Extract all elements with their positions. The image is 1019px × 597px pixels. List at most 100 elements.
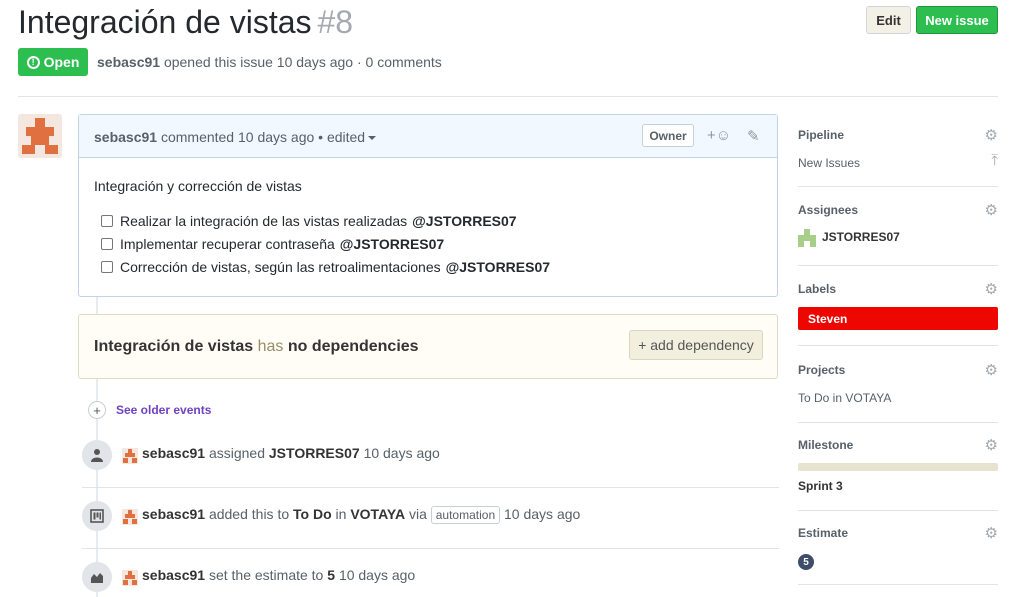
milestone-progress-bar (798, 463, 998, 471)
event-target: 5 (327, 567, 336, 583)
pencil-icon[interactable]: ✎ (747, 127, 760, 145)
owner-badge: Owner (642, 124, 694, 147)
task-text: Implementar recuperar contraseña (120, 235, 335, 252)
status-label: Open (43, 54, 80, 70)
comment-body: Integración y corrección de vistas Reali… (79, 158, 777, 298)
gear-icon[interactable]: ⚙ (985, 361, 998, 379)
status-badge: ! Open (18, 48, 88, 76)
dependencies-none: no dependencies (287, 338, 419, 355)
event-project[interactable]: VOTAYA (350, 506, 405, 522)
event-time[interactable]: 10 days ago (339, 567, 415, 583)
edit-button[interactable]: Edit (866, 6, 911, 34)
see-older-events-link[interactable]: See older events (116, 403, 211, 417)
add-dependency-button[interactable]: + add dependency (629, 330, 763, 360)
gear-icon[interactable]: ⚙ (985, 201, 998, 219)
assignee-avatar[interactable] (798, 229, 816, 247)
project-icon (82, 501, 112, 531)
sidebar-labels-title: Labels (798, 282, 837, 296)
comment-author-line: sebasc91 commented 10 days ago • edited (94, 129, 377, 145)
sidebar-pipeline: Pipeline ⚙ New Issues ⤒ (798, 126, 998, 187)
event-time[interactable]: 10 days ago (364, 445, 440, 461)
sidebar-estimate-title: Estimate (798, 526, 849, 540)
comment-action[interactable]: commented 10 days ago • edited (161, 129, 365, 145)
task-checkbox[interactable] (101, 260, 113, 273)
sidebar-divider (798, 510, 998, 511)
header-divider (18, 96, 998, 97)
task-checkbox[interactable] (101, 214, 113, 227)
add-reaction-icon[interactable]: +☺ (707, 127, 731, 144)
actor-avatar[interactable] (122, 448, 138, 464)
chevron-down-icon[interactable] (368, 136, 377, 141)
gear-icon[interactable]: ⚙ (985, 280, 998, 298)
task-text: Corrección de vistas, según las retroali… (120, 258, 441, 275)
see-older-events[interactable]: + See older events (88, 400, 211, 420)
task-item: Corrección de vistas, según las retroali… (94, 255, 762, 278)
sidebar-divider (798, 584, 998, 585)
person-icon (82, 440, 112, 470)
assignee-row[interactable]: JSTORRES07 (798, 229, 998, 247)
event-in: in (335, 506, 347, 522)
timeline-event: sebasc91 added this to To Do in VOTAYA v… (82, 501, 779, 562)
sidebar-milestone: Milestone ⚙ Sprint 3 (798, 436, 998, 511)
issue-meta-text: opened this issue 10 days ago · 0 commen… (163, 54, 442, 70)
comment-header: sebasc91 commented 10 days ago • edited … (79, 115, 777, 158)
gear-icon[interactable]: ⚙ (985, 436, 998, 454)
sidebar-divider (798, 265, 998, 266)
new-issue-button[interactable]: New issue (916, 6, 998, 34)
event-actor[interactable]: sebasc91 (142, 506, 205, 522)
sidebar-estimate: Estimate ⚙ 5 (798, 524, 998, 585)
dependencies-text: Integración de vistas has no dependencie… (94, 338, 419, 356)
sidebar-projects: Projects ⚙ To Do in VOTAYA (798, 361, 998, 423)
comment-text: Integración y corrección de vistas (94, 178, 302, 194)
issue-meta: sebasc91 opened this issue 10 days ago ·… (97, 54, 442, 70)
assignee-name[interactable]: JSTORRES07 (822, 230, 900, 244)
dependencies-panel: Integración de vistas has no dependencie… (78, 314, 778, 379)
event-divider (82, 487, 779, 488)
event-verb: assigned (208, 445, 265, 461)
comment-author[interactable]: sebasc91 (94, 129, 157, 145)
estimate-icon (82, 562, 112, 592)
author-link[interactable]: sebasc91 (97, 54, 160, 70)
issue-title: Integración de vistas #8 (18, 4, 353, 41)
event-time[interactable]: 10 days ago (504, 506, 580, 522)
timeline-event: sebasc91 set the estimate to 5 10 days a… (82, 562, 779, 597)
sidebar-assignees: Assignees ⚙ JSTORRES07 (798, 201, 998, 266)
actor-avatar[interactable] (122, 509, 138, 525)
sidebar-divider (798, 186, 998, 187)
mention-link[interactable]: @JSTORRES07 (412, 213, 516, 229)
event-text: sebasc91 assigned JSTORRES07 10 days ago (142, 445, 440, 461)
event-actor[interactable]: sebasc91 (142, 445, 205, 461)
sidebar-divider (798, 345, 998, 346)
issue-title-text: Integración de vistas (18, 4, 312, 40)
issue-number: #8 (317, 4, 354, 40)
event-text: sebasc91 set the estimate to 5 10 days a… (142, 567, 415, 583)
avatar[interactable] (18, 114, 62, 158)
label-badge[interactable]: Steven (798, 307, 998, 330)
event-text: sebasc91 added this to To Do in VOTAYA v… (142, 506, 580, 524)
milestone-value[interactable]: Sprint 3 (798, 479, 998, 493)
event-target[interactable]: To Do (293, 506, 332, 522)
gear-icon[interactable]: ⚙ (985, 126, 998, 144)
task-checkbox[interactable] (101, 237, 113, 250)
event-target[interactable]: JSTORRES07 (269, 445, 360, 461)
sidebar-labels: Labels ⚙ Steven (798, 280, 998, 346)
task-item: Realizar la integración de las vistas re… (94, 209, 762, 232)
event-via: via (408, 506, 427, 522)
event-divider (82, 548, 779, 549)
event-actor[interactable]: sebasc91 (142, 567, 205, 583)
dependencies-issue-name: Integración de vistas (94, 338, 254, 355)
gear-icon[interactable]: ⚙ (985, 524, 998, 542)
project-value[interactable]: To Do in VOTAYA (798, 391, 998, 405)
arrow-up-icon[interactable]: ⤒ (991, 152, 998, 169)
estimate-badge[interactable]: 5 (798, 554, 814, 570)
mention-link[interactable]: @JSTORRES07 (340, 236, 444, 252)
plus-icon[interactable]: + (88, 401, 106, 419)
mention-link[interactable]: @JSTORRES07 (446, 259, 550, 275)
task-item: Implementar recuperar contraseña @JSTORR… (94, 232, 762, 255)
task-text: Realizar la integración de las vistas re… (120, 212, 408, 229)
actor-avatar[interactable] (122, 570, 138, 586)
dependencies-has: has (257, 338, 284, 355)
timeline-event: sebasc91 assigned JSTORRES07 10 days ago (82, 440, 779, 501)
pipeline-value[interactable]: New Issues (798, 156, 998, 170)
event-verb: set the estimate to (208, 567, 324, 583)
